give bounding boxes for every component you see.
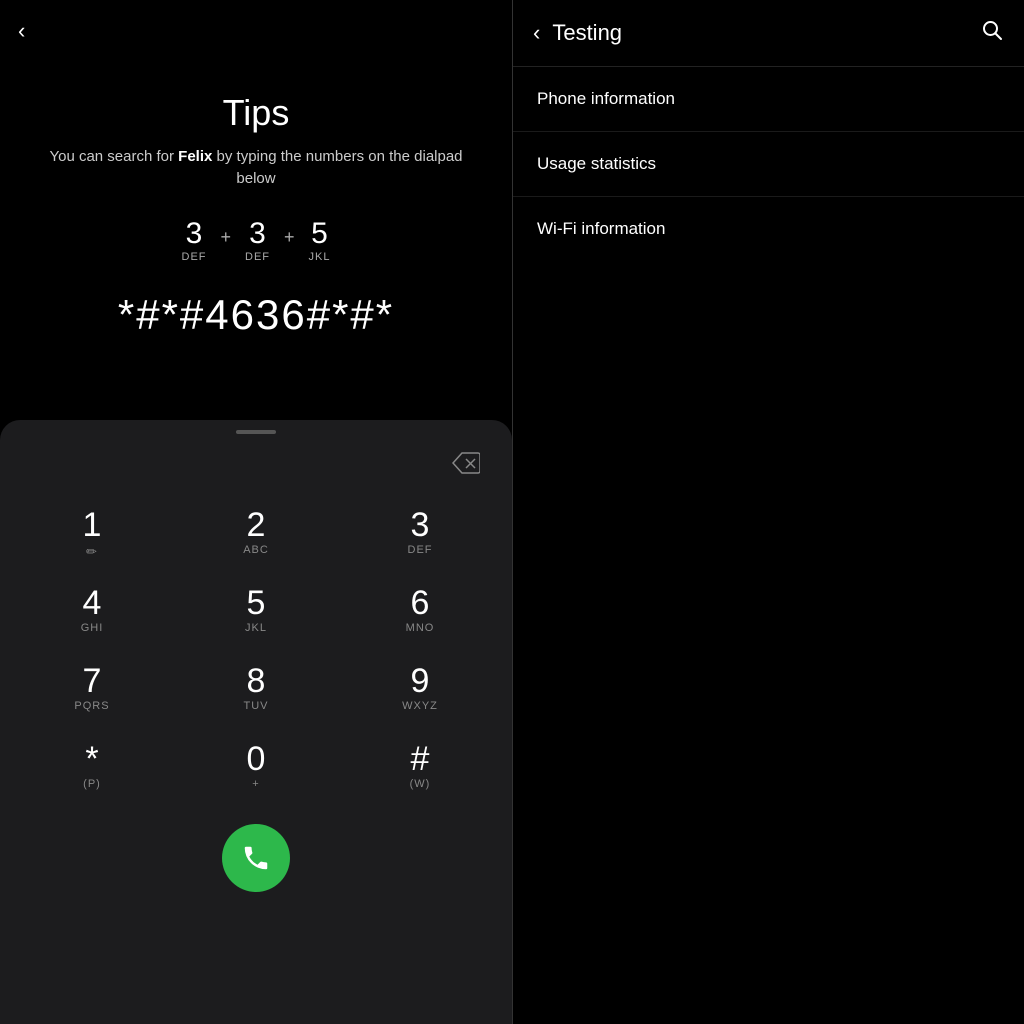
- letter-cell-3b: 3 DEF: [245, 219, 270, 263]
- dial-key-letters: TUV: [244, 700, 269, 714]
- dialpad-grid: 1✏2ABC3DEF4GHI5JKL6MNO7PQRS8TUV9WXYZ*(P)…: [0, 494, 512, 806]
- call-button-row: [0, 806, 512, 916]
- menu-list: Phone informationUsage statisticsWi-Fi i…: [513, 67, 1024, 261]
- dial-key-letters: ✏: [86, 544, 98, 558]
- letter-cell-5: 5 JKL: [309, 219, 331, 263]
- letter-sub-jkl: JKL: [309, 251, 331, 263]
- dial-key-letters: +: [252, 778, 259, 792]
- dial-key-1[interactable]: 1✏: [10, 494, 174, 572]
- dial-key-9[interactable]: 9 WXYZ: [338, 650, 502, 728]
- dial-key-7[interactable]: 7 PQRS: [10, 650, 174, 728]
- dial-key-letters: PQRS: [74, 700, 109, 714]
- plus-sign-2: +: [280, 227, 299, 248]
- letter-cell-3a: 3 DEF: [182, 219, 207, 263]
- dial-key-number: 7: [83, 664, 102, 698]
- backspace-row: [0, 448, 512, 484]
- dial-key-number: 2: [247, 508, 266, 542]
- letter-mapping: 3 DEF + 3 DEF + 5 JKL: [182, 219, 331, 263]
- dial-key-2[interactable]: 2 ABC: [174, 494, 338, 572]
- dial-key-letters: DEF: [408, 544, 433, 558]
- dial-key-letters: WXYZ: [402, 700, 438, 714]
- letter-num-3b: 3: [249, 219, 266, 249]
- dial-key-number: 5: [247, 586, 266, 620]
- letter-sub-def1: DEF: [182, 251, 207, 263]
- dial-key-3[interactable]: 3 DEF: [338, 494, 502, 572]
- subtitle-bold: Felix: [178, 148, 212, 165]
- dialpad-container: 1✏2ABC3DEF4GHI5JKL6MNO7PQRS8TUV9WXYZ*(P)…: [0, 420, 512, 1024]
- back-button-right[interactable]: ‹: [533, 20, 540, 46]
- dial-key-0[interactable]: 0+: [174, 728, 338, 806]
- dial-key-number: 3: [411, 508, 430, 542]
- letter-sub-def2: DEF: [245, 251, 270, 263]
- letter-num-5: 5: [311, 219, 328, 249]
- plus-sign-1: +: [217, 227, 236, 248]
- dial-key-letters: (W): [410, 778, 431, 792]
- dial-key-5[interactable]: 5 JKL: [174, 572, 338, 650]
- drag-handle: [236, 430, 276, 434]
- dial-key-letters: GHI: [81, 622, 104, 636]
- left-panel: ‹ Tips You can search for Felix by typin…: [0, 0, 512, 1024]
- menu-item[interactable]: Phone information: [513, 67, 1024, 132]
- backspace-button[interactable]: [444, 448, 488, 484]
- dial-key-letters: JKL: [245, 622, 267, 636]
- dial-key-number: 6: [411, 586, 430, 620]
- dial-key-number: *: [85, 742, 98, 776]
- right-panel: ‹ Testing Phone informationUsage statist…: [513, 0, 1024, 1024]
- dial-key-number: 9: [411, 664, 430, 698]
- dial-key-letters: ABC: [243, 544, 269, 558]
- right-title: Testing: [552, 20, 968, 46]
- subtitle-after: by typing the numbers on the dialpad bel…: [212, 148, 462, 188]
- dial-key-number: 8: [247, 664, 266, 698]
- subtitle-before: You can search for: [49, 148, 178, 165]
- dial-key-6[interactable]: 6 MNO: [338, 572, 502, 650]
- menu-item[interactable]: Wi-Fi information: [513, 197, 1024, 261]
- dial-key-number: 1: [83, 508, 102, 542]
- tips-section: Tips You can search for Felix by typing …: [0, 0, 512, 420]
- dial-key-#[interactable]: # (W): [338, 728, 502, 806]
- tips-title: Tips: [223, 92, 290, 134]
- letter-num-3a: 3: [186, 219, 203, 249]
- dial-code: *#*#4636#*#*: [118, 291, 394, 339]
- search-button[interactable]: [980, 18, 1004, 48]
- dial-key-letters: (P): [83, 778, 101, 792]
- dial-key-*[interactable]: * (P): [10, 728, 174, 806]
- dial-key-8[interactable]: 8 TUV: [174, 650, 338, 728]
- back-button-left[interactable]: ‹: [18, 18, 25, 44]
- dial-key-number: 4: [83, 586, 102, 620]
- dial-key-4[interactable]: 4 GHI: [10, 572, 174, 650]
- dial-key-letters: MNO: [406, 622, 435, 636]
- dial-key-number: #: [411, 742, 430, 776]
- call-button[interactable]: [222, 824, 290, 892]
- dial-key-number: 0: [247, 742, 266, 776]
- menu-item[interactable]: Usage statistics: [513, 132, 1024, 197]
- right-header: ‹ Testing: [513, 0, 1024, 67]
- tips-subtitle: You can search for Felix by typing the n…: [30, 146, 482, 191]
